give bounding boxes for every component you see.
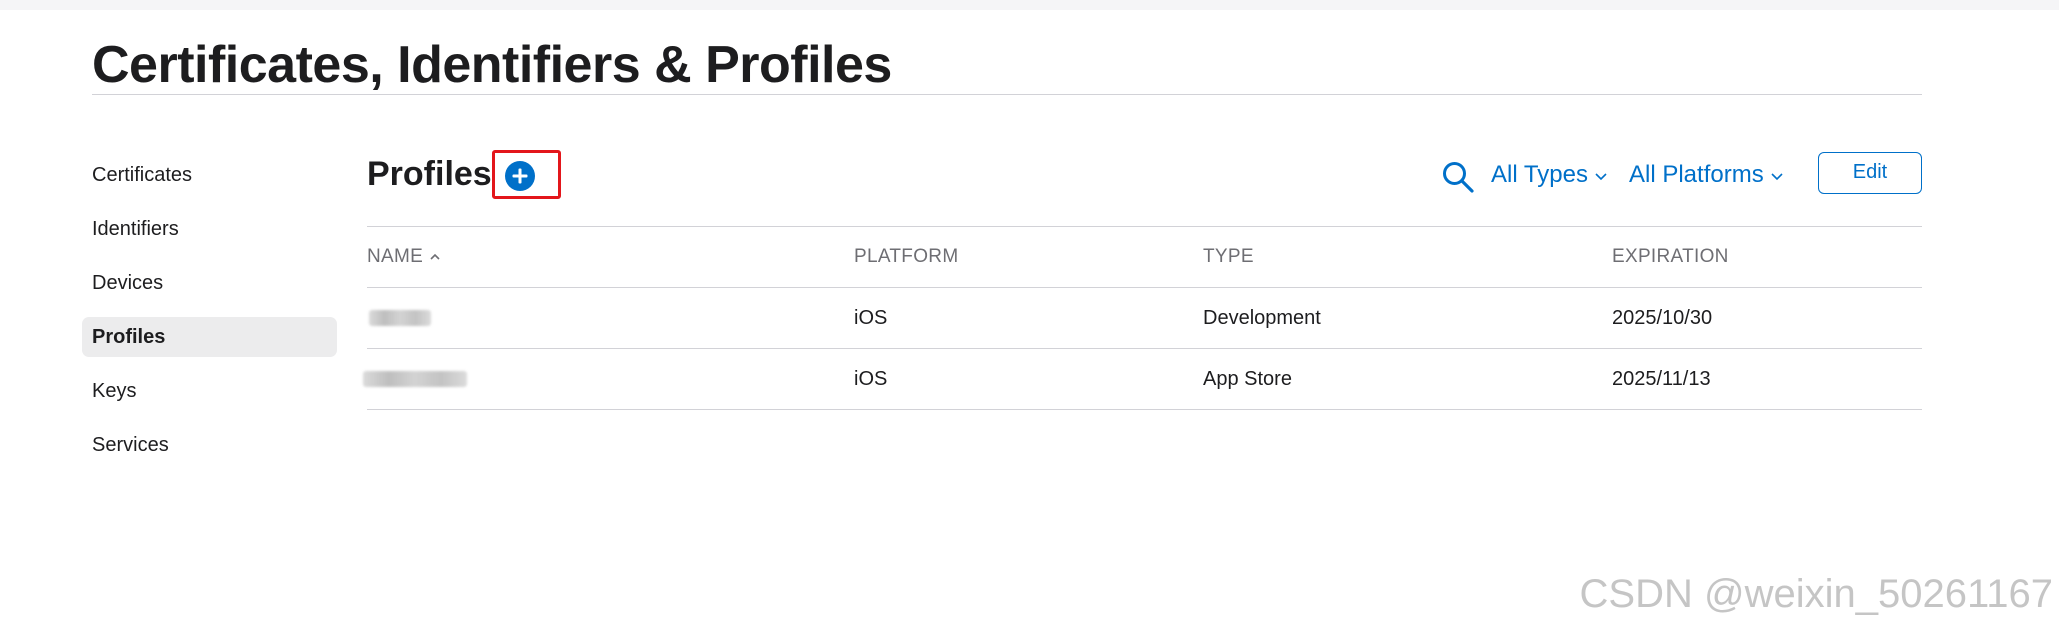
sidebar-item-profiles[interactable]: Profiles <box>82 317 337 357</box>
column-header-type[interactable]: TYPE <box>1203 227 1254 287</box>
search-icon <box>1443 162 1474 193</box>
redacted-name <box>363 371 467 387</box>
search-button[interactable] <box>1441 160 1475 194</box>
section-title: Profiles <box>367 155 492 193</box>
table-bottom-divider <box>367 409 1922 410</box>
edit-button[interactable]: Edit <box>1818 152 1922 194</box>
platform-filter-label: All Platforms <box>1629 161 1764 188</box>
profile-type: App Store <box>1203 368 1292 390</box>
platform-filter-dropdown[interactable]: All Platforms <box>1629 157 1784 193</box>
table-header: NAME PLATFORM TYPE EXPIRATION <box>367 227 1922 287</box>
redacted-name <box>369 310 431 326</box>
sidebar-item-keys[interactable]: Keys <box>82 371 337 411</box>
profile-type: Development <box>1203 307 1321 329</box>
title-divider <box>92 94 1922 95</box>
profile-expiration: 2025/10/30 <box>1612 307 1713 329</box>
profile-platform: iOS <box>854 368 888 390</box>
profiles-table: NAME PLATFORM TYPE EXPIRATION iOS Develo… <box>363 226 1922 410</box>
sidebar-item-identifiers[interactable]: Identifiers <box>82 209 337 249</box>
sidebar: Certificates Identifiers Devices Profile… <box>82 155 337 479</box>
chevron-up-icon <box>430 253 440 260</box>
page-title: Certificates, Identifiers & Profiles <box>92 36 892 94</box>
sidebar-item-certificates[interactable]: Certificates <box>82 155 337 195</box>
plus-circle-icon <box>512 168 528 184</box>
sidebar-item-devices[interactable]: Devices <box>82 263 337 303</box>
table-row[interactable]: iOS Development 2025/10/30 <box>367 288 1922 348</box>
sidebar-item-services[interactable]: Services <box>82 425 337 465</box>
add-profile-button[interactable] <box>505 161 535 191</box>
add-highlight-box <box>492 150 561 199</box>
type-filter-label: All Types <box>1491 161 1588 188</box>
column-header-name[interactable]: NAME <box>367 227 441 287</box>
column-header-platform[interactable]: PLATFORM <box>854 227 958 287</box>
chevron-down-icon <box>1771 173 1783 180</box>
profile-platform: iOS <box>854 307 888 329</box>
chevron-down-icon <box>1595 173 1607 180</box>
table-row[interactable]: iOS App Store 2025/11/13 <box>363 349 1922 409</box>
top-band <box>0 0 2059 10</box>
type-filter-dropdown[interactable]: All Types <box>1491 157 1608 193</box>
profile-expiration: 2025/11/13 <box>1612 368 1711 390</box>
column-header-expiration[interactable]: EXPIRATION <box>1612 227 1729 287</box>
watermark: CSDN @weixin_50261167 <box>1579 572 2053 616</box>
